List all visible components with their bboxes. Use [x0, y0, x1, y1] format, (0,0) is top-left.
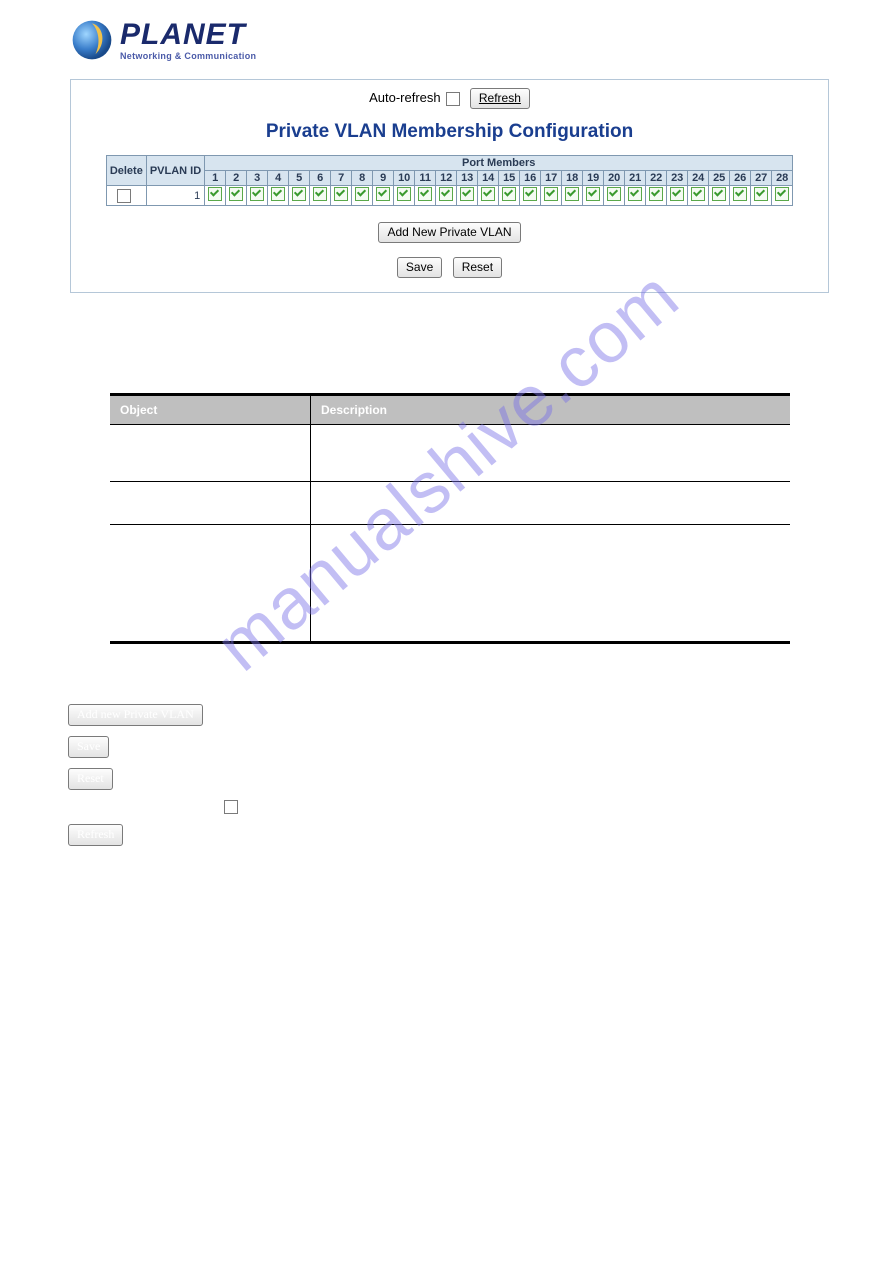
add-pvlan-button[interactable]: Add New Private VLAN [378, 222, 520, 243]
port-15-checkbox[interactable] [502, 187, 516, 201]
table-row: 1 [106, 186, 792, 206]
port-header-3: 3 [247, 171, 268, 186]
delete-checkbox[interactable] [117, 189, 131, 203]
desc-object: Delete [110, 425, 311, 482]
auto-refresh-label: Auto-refresh [369, 90, 441, 105]
port-12-checkbox[interactable] [439, 187, 453, 201]
port-13-checkbox[interactable] [460, 187, 474, 201]
desc-object: Private VLAN ID [110, 482, 311, 525]
port-header-1: 1 [205, 171, 226, 186]
desc-object: Port Members [110, 525, 311, 643]
port-18-checkbox[interactable] [565, 187, 579, 201]
port-20-checkbox[interactable] [607, 187, 621, 201]
port-header-28: 28 [772, 171, 793, 186]
page-title: Private VLAN Membership Configuration [71, 121, 828, 143]
port-header-2: 2 [226, 171, 247, 186]
port-header-5: 5 [289, 171, 310, 186]
port-header-11: 11 [415, 171, 436, 186]
port-16-checkbox[interactable] [523, 187, 537, 201]
port-header-18: 18 [562, 171, 583, 186]
port-1-checkbox[interactable] [208, 187, 222, 201]
port-header-26: 26 [730, 171, 751, 186]
desc-row: Private VLAN IDIndicates the ID of this … [110, 482, 790, 525]
col-pvlan-id: PVLAN ID [146, 156, 204, 186]
desc-description: Indicates the ID of this particular priv… [311, 482, 791, 525]
port-header-25: 25 [709, 171, 730, 186]
port-header-4: 4 [268, 171, 289, 186]
port-9-checkbox[interactable] [376, 187, 390, 201]
port-17-checkbox[interactable] [544, 187, 558, 201]
port-header-6: 6 [310, 171, 331, 186]
description-table: Object Description DeleteTo delete a pri… [110, 393, 790, 644]
port-7-checkbox[interactable] [334, 187, 348, 201]
port-header-20: 20 [604, 171, 625, 186]
add-pvlan-button-sample[interactable]: Add new Private VLAN [68, 704, 203, 726]
desc-description: A row of check boxes for each port is di… [311, 525, 791, 643]
port-header-16: 16 [520, 171, 541, 186]
desc-head-object: Object [110, 395, 311, 425]
logo-subtitle: Networking & Communication [120, 52, 256, 61]
port-header-24: 24 [688, 171, 709, 186]
desc-description: To delete a private VLAN entry, check th… [311, 425, 791, 482]
port-header-12: 12 [436, 171, 457, 186]
port-14-checkbox[interactable] [481, 187, 495, 201]
port-6-checkbox[interactable] [313, 187, 327, 201]
desc-head-desc: Description [311, 395, 791, 425]
port-22-checkbox[interactable] [649, 187, 663, 201]
reset-button[interactable]: Reset [453, 257, 502, 278]
port-26-checkbox[interactable] [733, 187, 747, 201]
desc-row: Port MembersA row of check boxes for eac… [110, 525, 790, 643]
port-19-checkbox[interactable] [586, 187, 600, 201]
port-header-27: 27 [751, 171, 772, 186]
refresh-button-sample[interactable]: Refresh [68, 824, 123, 846]
save-button[interactable]: Save [397, 257, 442, 278]
col-port-members: Port Members [205, 156, 793, 171]
port-header-21: 21 [625, 171, 646, 186]
config-panel: Auto-refresh Refresh Private VLAN Member… [70, 79, 829, 293]
port-header-14: 14 [478, 171, 499, 186]
reset-button-sample[interactable]: Reset [68, 768, 113, 790]
port-10-checkbox[interactable] [397, 187, 411, 201]
port-header-15: 15 [499, 171, 520, 186]
logo: PLANET Networking & Communication [0, 18, 893, 67]
col-delete: Delete [106, 156, 146, 186]
port-3-checkbox[interactable] [250, 187, 264, 201]
port-25-checkbox[interactable] [712, 187, 726, 201]
port-4-checkbox[interactable] [271, 187, 285, 201]
port-5-checkbox[interactable] [292, 187, 306, 201]
port-header-17: 17 [541, 171, 562, 186]
port-27-checkbox[interactable] [754, 187, 768, 201]
auto-refresh-checkbox[interactable] [446, 92, 460, 106]
port-24-checkbox[interactable] [691, 187, 705, 201]
port-2-checkbox[interactable] [229, 187, 243, 201]
port-header-9: 9 [373, 171, 394, 186]
port-header-8: 8 [352, 171, 373, 186]
port-8-checkbox[interactable] [355, 187, 369, 201]
port-header-19: 19 [583, 171, 604, 186]
port-header-13: 13 [457, 171, 478, 186]
port-28-checkbox[interactable] [775, 187, 789, 201]
port-header-7: 7 [331, 171, 352, 186]
pvlan-table: Delete PVLAN ID Port Members 12345678910… [106, 155, 793, 206]
port-23-checkbox[interactable] [670, 187, 684, 201]
pvlan-id-cell: 1 [146, 186, 204, 206]
logo-title: PLANET [120, 20, 256, 50]
port-21-checkbox[interactable] [628, 187, 642, 201]
port-11-checkbox[interactable] [418, 187, 432, 201]
planet-logo-icon [70, 18, 114, 62]
port-header-22: 22 [646, 171, 667, 186]
auto-refresh-checkbox-sample[interactable] [224, 800, 238, 814]
buttons-description: Add new Private VLAN : Click to add a ne… [68, 704, 893, 846]
refresh-button[interactable]: Refresh [470, 88, 530, 109]
port-header-10: 10 [394, 171, 415, 186]
port-header-23: 23 [667, 171, 688, 186]
desc-row: DeleteTo delete a private VLAN entry, ch… [110, 425, 790, 482]
save-button-sample[interactable]: Save [68, 736, 109, 758]
